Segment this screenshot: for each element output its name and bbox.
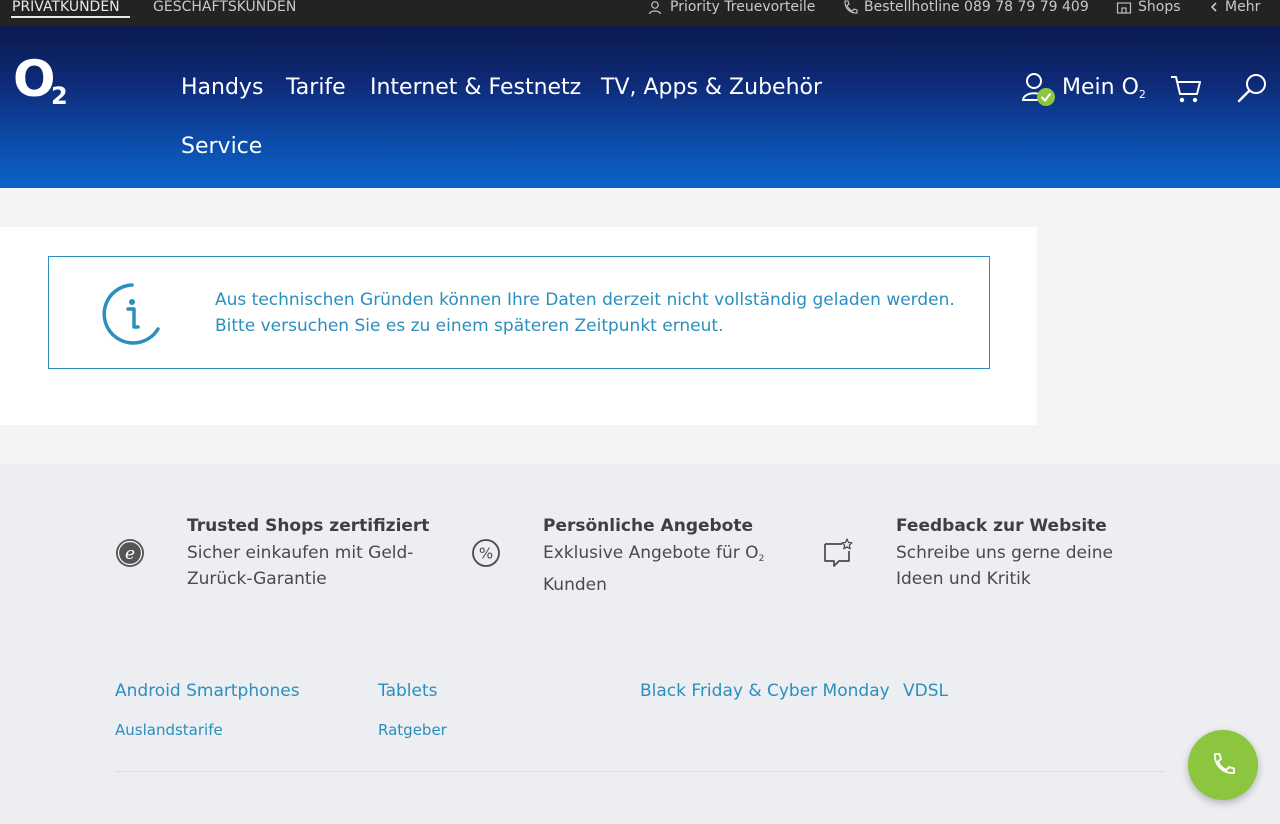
footer-link-auslandstarife[interactable]: Auslandstarife <box>115 721 223 739</box>
shops-label: Shops <box>1138 0 1181 15</box>
svg-text:e: e <box>125 544 135 564</box>
call-button[interactable] <box>1188 730 1258 800</box>
notice-line-1: Aus technischen Gründen können Ihre Date… <box>215 290 955 310</box>
priority-label: Priority Treuevorteile <box>670 0 816 15</box>
notice-line-2: Bitte versuchen Sie es zu einem späteren… <box>215 316 724 336</box>
store-icon <box>1116 2 1132 14</box>
top-bar: PRIVATKUNDEN GESCHÄFTSKUNDEN Priority Tr… <box>0 0 1280 26</box>
feature-angebote-line-1: Exklusive Angebote für O2 <box>543 540 764 572</box>
mein-o2-label: Mein O <box>1062 75 1139 100</box>
phone-icon <box>844 0 858 14</box>
search-icon[interactable] <box>1236 72 1268 104</box>
nav-handys[interactable]: Handys <box>181 74 263 102</box>
segment-geschaeftskunden[interactable]: GESCHÄFTSKUNDEN <box>153 0 296 17</box>
active-segment-underline <box>11 16 130 18</box>
main-header: O 2 Handys Tarife Internet & Festnetz TV… <box>0 26 1280 188</box>
feature-feedback-line-1: Schreibe uns gerne deine <box>896 543 1113 563</box>
o2-logo[interactable]: O 2 <box>13 54 68 108</box>
footer-link-android-smartphones[interactable]: Android Smartphones <box>115 681 300 701</box>
feature-feedback-line-2: Ideen und Kritik <box>896 569 1031 589</box>
feature-angebote-sub: 2 <box>758 554 765 564</box>
nav-tv-apps-zubehoer[interactable]: TV, Apps & Zubehör <box>601 74 822 102</box>
mehr-label: Mehr <box>1225 0 1261 15</box>
info-icon <box>102 283 160 345</box>
mehr-toggle[interactable]: Mehr <box>1209 0 1260 17</box>
nav-tarife[interactable]: Tarife <box>286 74 346 102</box>
hotline-link[interactable]: Bestellhotline 089 78 79 79 409 <box>842 0 1089 17</box>
logo-letter: O <box>13 50 55 108</box>
feature-feedback-text[interactable]: Schreibe uns gerne deine Ideen und Kriti… <box>896 540 1113 592</box>
nav-service[interactable]: Service <box>181 133 262 161</box>
feature-angebote-title: Persönliche Angebote <box>543 516 754 536</box>
feature-trusted-text: Sicher einkaufen mit Geld- Zurück-Garant… <box>187 540 413 592</box>
feature-angebote-line-2: Kunden <box>543 575 607 595</box>
feature-trusted-line-1: Sicher einkaufen mit Geld- <box>187 543 414 563</box>
svg-text:%: % <box>479 545 493 563</box>
shops-link[interactable]: Shops <box>1116 0 1181 17</box>
footer-link-vdsl[interactable]: VDSL <box>903 681 948 701</box>
cart-icon[interactable] <box>1169 74 1203 104</box>
hotline-label: Bestellhotline 089 78 79 79 409 <box>864 0 1089 15</box>
footer-link-tablets[interactable]: Tablets <box>378 681 437 701</box>
error-notice: Aus technischen Gründen können Ihre Date… <box>48 256 990 369</box>
percent-icon: % <box>472 539 500 567</box>
logo-digit: 2 <box>51 82 68 110</box>
user-star-icon <box>648 1 662 14</box>
priority-link[interactable]: Priority Treuevorteile <box>648 0 815 17</box>
user-icon[interactable] <box>1020 70 1060 110</box>
phone-icon <box>1214 753 1235 774</box>
feature-trusted-line-2: Zurück-Garantie <box>187 569 327 589</box>
chevron-left-icon <box>1210 2 1217 12</box>
feature-feedback-title[interactable]: Feedback zur Website <box>896 516 1107 536</box>
mein-o2-sub: 2 <box>1138 88 1146 101</box>
segment-privatkunden[interactable]: PRIVATKUNDEN <box>12 0 120 17</box>
feature-angebote-text: Exklusive Angebote für O2 Kunden <box>543 540 764 598</box>
feature-angebote-line-1-text: Exklusive Angebote für O <box>543 543 759 563</box>
mein-o2-link[interactable]: Mein O2 <box>1062 74 1146 109</box>
feedback-icon <box>824 538 853 567</box>
footer-link-ratgeber[interactable]: Ratgeber <box>378 721 447 739</box>
trusted-shops-icon: e <box>116 539 144 567</box>
feature-trusted-title: Trusted Shops zertifiziert <box>187 516 430 536</box>
footer-link-black-friday[interactable]: Black Friday & Cyber Monday <box>640 681 890 701</box>
footer-divider <box>115 771 1165 772</box>
nav-internet-festnetz[interactable]: Internet & Festnetz <box>370 74 581 102</box>
